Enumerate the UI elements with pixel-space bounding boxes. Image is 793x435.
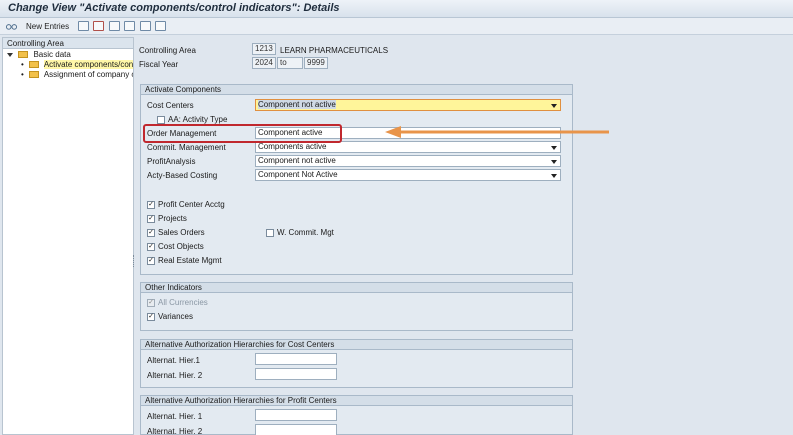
chevron-down-icon[interactable]	[551, 146, 557, 150]
copy-icon[interactable]	[78, 21, 89, 31]
new-entries-button[interactable]: New Entries	[26, 22, 69, 31]
cost-objects-checkbox[interactable]: ✓	[147, 243, 155, 251]
tree-node-label: Basic data	[33, 50, 71, 59]
aa-activity-type-checkbox[interactable]	[157, 116, 165, 124]
variances-checkbox[interactable]: ✓	[147, 313, 155, 321]
fiscal-year-to-label: to	[277, 57, 303, 69]
previous-entry-icon[interactable]	[140, 21, 151, 31]
annotation-arrow-icon	[385, 126, 609, 138]
group-title: Alternative Authorization Hierarchies fo…	[141, 340, 572, 350]
folder-icon	[18, 51, 29, 59]
window-title: Change View "Activate components/control…	[8, 2, 340, 14]
dropdown-value: Component not active	[258, 156, 336, 165]
dialog-structure-tree: Controlling Area Basic data • Activate c…	[2, 37, 134, 435]
bullet-icon: •	[21, 70, 24, 79]
tree-node-label: Assignment of company code(s)	[43, 70, 133, 79]
controlling-area-name: LEARN PHARMACEUTICALS	[280, 46, 389, 55]
group-title: Alternative Authorization Hierarchies fo…	[141, 396, 572, 406]
cc-alternat-hier2-label: Alternat. Hier. 2	[147, 371, 203, 380]
cost-centers-dropdown[interactable]: Component not active	[255, 99, 561, 111]
real-estate-mgmt-label: Real Estate Mgmt	[158, 256, 222, 265]
chevron-down-icon[interactable]	[551, 174, 557, 178]
tree-node-basic-data[interactable]: Basic data	[7, 50, 133, 60]
highlight-box-order-management	[143, 124, 342, 143]
undo-icon[interactable]	[109, 21, 120, 31]
commit-management-label: Commit. Management	[147, 143, 226, 152]
chevron-down-icon[interactable]	[551, 160, 557, 164]
pc-alternat-hier1-label: Alternat. Hier. 1	[147, 412, 203, 421]
profit-center-acctg-label: Profit Center Acctg	[158, 200, 225, 209]
fiscal-year-to-field[interactable]: 9999	[304, 57, 328, 69]
cc-alternat-hier2-input[interactable]	[255, 368, 337, 380]
dropdown-value: Components active	[258, 142, 327, 151]
details-area: Controlling Area 1213 LEARN PHARMACEUTIC…	[137, 37, 793, 435]
alt-auth-cost-centers-group: Alternative Authorization Hierarchies fo…	[140, 339, 573, 388]
acty-based-costing-dropdown[interactable]: Component Not Active	[255, 169, 561, 181]
tree-header: Controlling Area	[3, 38, 133, 49]
folder-open-icon	[29, 61, 40, 69]
cost-centers-label: Cost Centers	[147, 101, 194, 110]
profit-analysis-dropdown[interactable]: Component not active	[255, 155, 561, 167]
dropdown-value: Component not active	[258, 100, 336, 109]
tree-node-activate-components[interactable]: • Activate components/control indicators	[21, 60, 133, 70]
all-currencies-label: All Currencies	[158, 298, 208, 307]
select-all-icon[interactable]	[124, 21, 135, 31]
tree-node-label: Activate components/control indicators	[43, 60, 133, 69]
real-estate-mgmt-checkbox[interactable]: ✓	[147, 257, 155, 265]
group-title: Activate Components	[141, 85, 572, 95]
activate-components-group: Activate Components Cost Centers Compone…	[140, 84, 573, 275]
profit-center-acctg-checkbox[interactable]: ✓	[147, 201, 155, 209]
cc-alternat-hier1-label: Alternat. Hier.1	[147, 356, 200, 365]
sales-orders-checkbox[interactable]: ✓	[147, 229, 155, 237]
w-commit-mgt-label: W. Commit. Mgt	[277, 228, 334, 237]
tree-node-assignment-company-code[interactable]: • Assignment of company code(s)	[21, 70, 133, 80]
all-currencies-checkbox: ✓	[147, 299, 155, 307]
cost-objects-label: Cost Objects	[158, 242, 204, 251]
dropdown-value: Component Not Active	[258, 170, 338, 179]
fiscal-year-from-field[interactable]: 2024	[252, 57, 276, 69]
pc-alternat-hier2-label: Alternat. Hier. 2	[147, 427, 203, 435]
profit-analysis-label: ProfitAnalysis	[147, 157, 196, 166]
title-bar: Change View "Activate components/control…	[0, 0, 793, 18]
chevron-down-icon[interactable]	[551, 104, 557, 108]
acty-based-costing-label: Acty-Based Costing	[147, 171, 218, 180]
pc-alternat-hier1-input[interactable]	[255, 409, 337, 421]
delete-icon[interactable]	[93, 21, 104, 31]
application-toolbar: New Entries	[0, 18, 793, 35]
alt-auth-profit-centers-group: Alternative Authorization Hierarchies fo…	[140, 395, 573, 435]
controlling-area-label: Controlling Area	[139, 46, 196, 55]
next-entry-icon[interactable]	[155, 21, 166, 31]
fiscal-year-label: Fiscal Year	[139, 60, 179, 69]
projects-checkbox[interactable]: ✓	[147, 215, 155, 223]
bullet-icon: •	[21, 60, 24, 69]
variances-label: Variances	[158, 312, 193, 321]
folder-icon	[29, 71, 40, 79]
splitter-handle-icon[interactable]	[133, 255, 135, 267]
controlling-area-field[interactable]: 1213	[252, 43, 276, 55]
display-change-icon[interactable]	[6, 21, 17, 31]
other-indicators-group: Other Indicators ✓ All Currencies ✓ Vari…	[140, 282, 573, 331]
expand-triangle-icon[interactable]	[7, 52, 13, 57]
pc-alternat-hier2-input[interactable]	[255, 424, 337, 435]
group-title: Other Indicators	[141, 283, 572, 293]
w-commit-mgt-checkbox[interactable]	[266, 229, 274, 237]
sales-orders-label: Sales Orders	[158, 228, 205, 237]
cc-alternat-hier1-input[interactable]	[255, 353, 337, 365]
projects-label: Projects	[158, 214, 187, 223]
